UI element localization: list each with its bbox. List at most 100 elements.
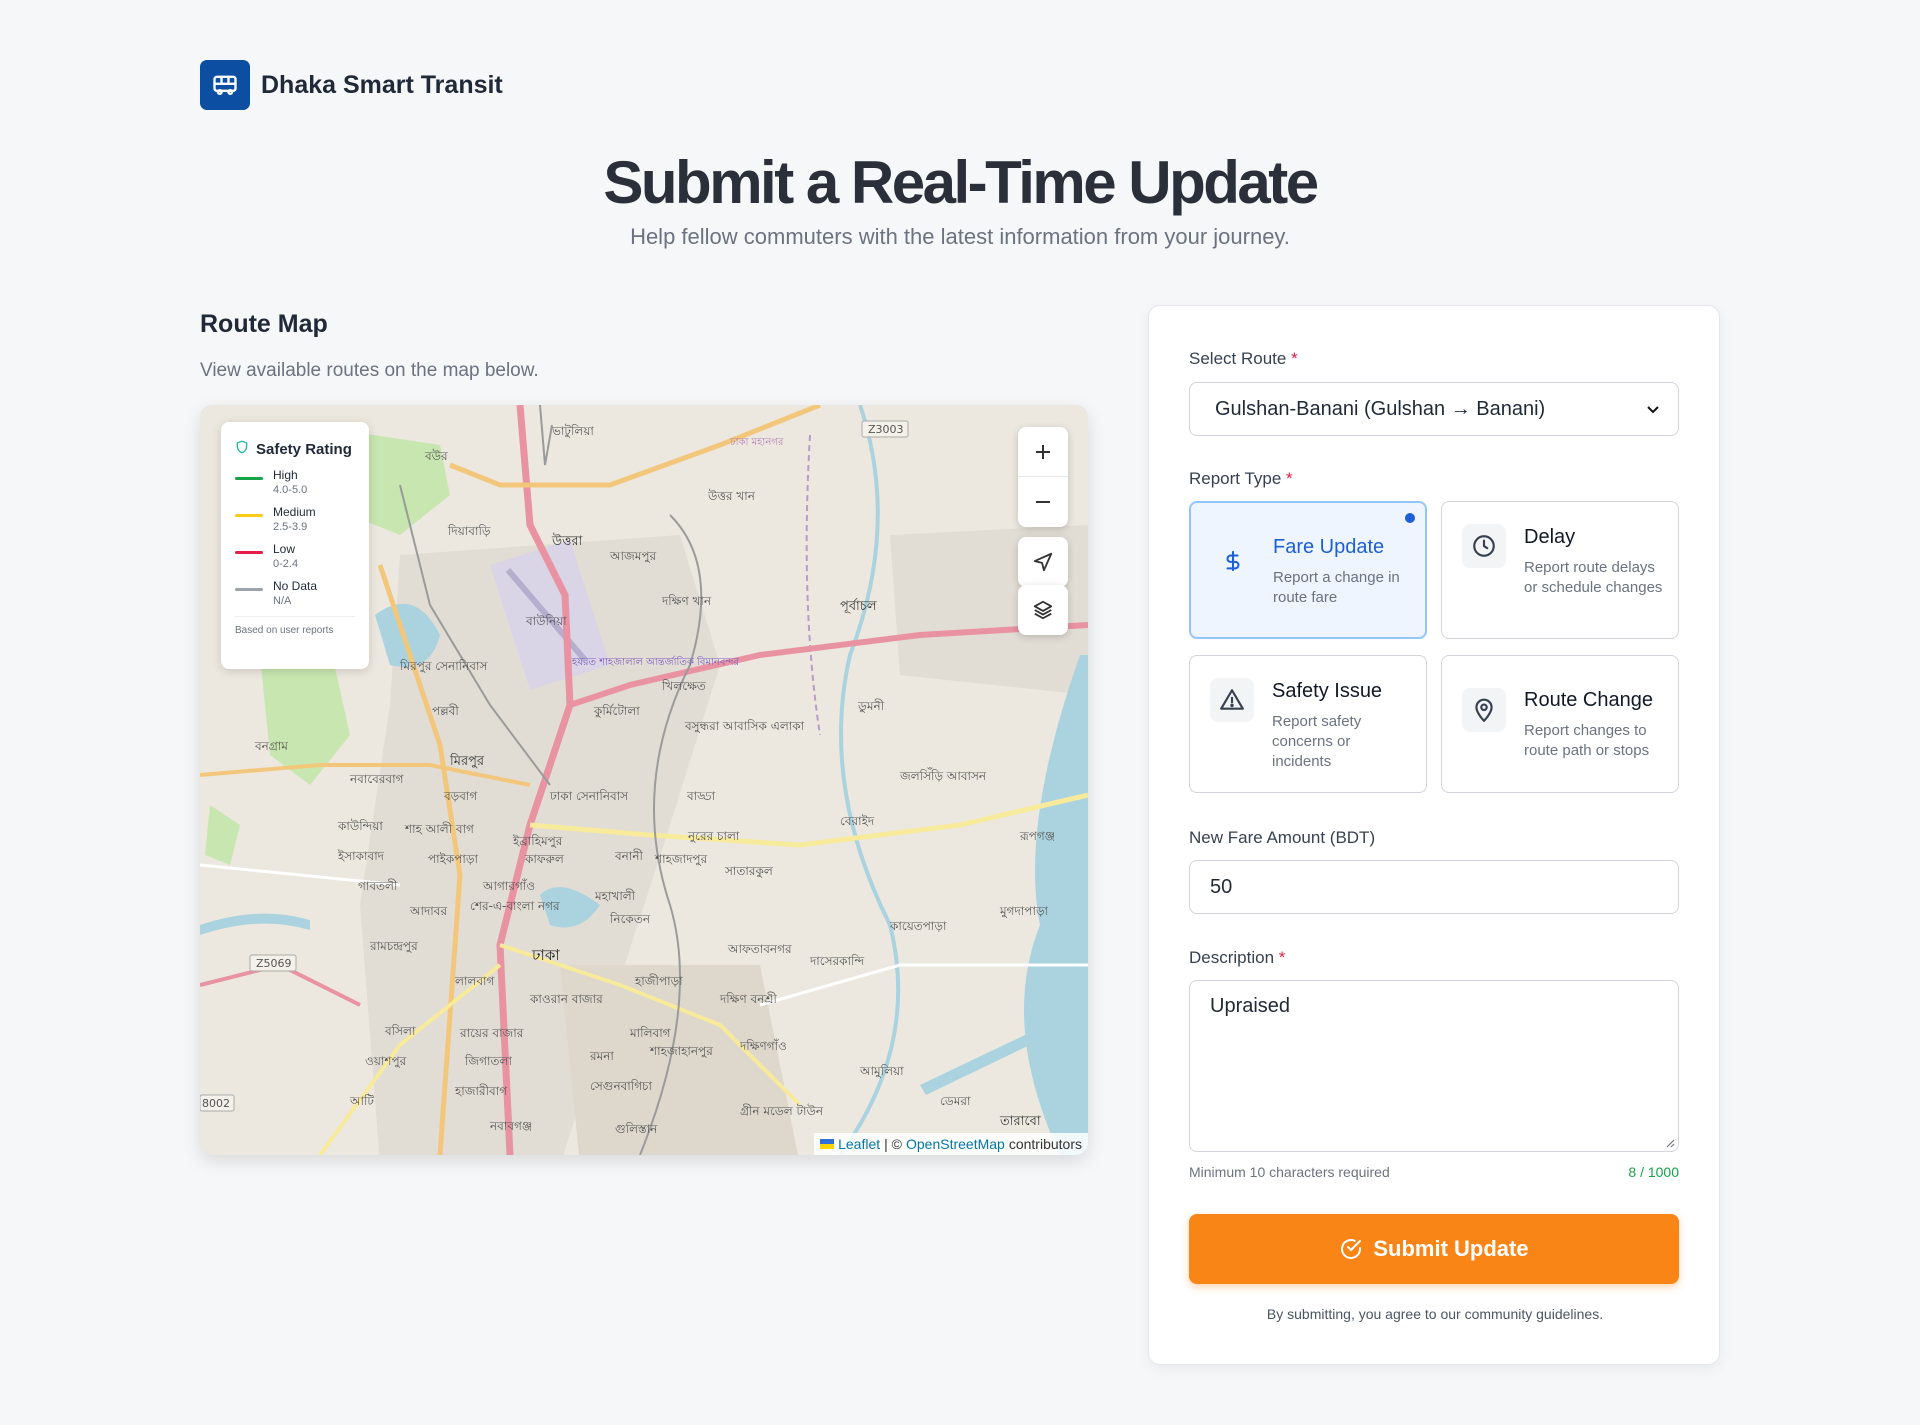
- map-label: রামচন্দ্রপুর: [369, 939, 418, 954]
- map-label: শাহজাহানপুর: [649, 1044, 713, 1059]
- submit-update-button[interactable]: Submit Update: [1189, 1214, 1679, 1284]
- map-label: রায়ের বাজার: [459, 1026, 524, 1040]
- route-label: Select Route *: [1189, 349, 1298, 368]
- brand[interactable]: Dhaka Smart Transit: [200, 60, 503, 110]
- report-type-safety-issue[interactable]: Safety Issue Report safety concerns or i…: [1189, 655, 1427, 793]
- map-label: ঢাকা সেনানিবাস: [549, 789, 629, 803]
- map-label: পাইকপাড়া: [428, 852, 478, 866]
- map-label: আগারগাঁও: [482, 878, 535, 893]
- map-label: মহাখালী: [594, 889, 636, 903]
- route-map[interactable]: ভাটুলিয়া বউর উত্তর খান দিয়াবাড়ি উত্তর…: [200, 405, 1088, 1155]
- map-label-mirpur: মিরপুর: [449, 753, 485, 769]
- map-label: দক্ষিণ খান: [661, 594, 712, 608]
- character-counter: 8 / 1000: [1628, 1164, 1679, 1180]
- map-label: ঢাকা মহানগর: [729, 437, 784, 448]
- map-label: ভাটুলিয়া: [551, 424, 594, 439]
- map-label: বউর: [424, 449, 448, 463]
- chevron-down-icon: [1647, 406, 1659, 414]
- road-shield: 8002: [202, 1097, 230, 1110]
- map-label: বনগ্রাম: [254, 739, 288, 753]
- map-label: জিগাতলা: [464, 1054, 512, 1068]
- zoom-control: [1018, 427, 1068, 527]
- map-label: ডুমনী: [857, 699, 885, 714]
- shield-icon: [235, 440, 249, 458]
- map-label: ইসাকাবাদ: [337, 849, 385, 863]
- map-label: আটি: [349, 1094, 374, 1108]
- selected-indicator: [1405, 513, 1415, 523]
- navigation-icon: [1018, 537, 1068, 587]
- map-label: বেরাইদ: [840, 814, 875, 828]
- leaflet-link[interactable]: Leaflet: [838, 1136, 880, 1152]
- report-type-fare-update[interactable]: Fare Update Report a change in route far…: [1189, 501, 1427, 639]
- legend-swatch: [235, 588, 263, 591]
- map-heading: Route Map: [200, 310, 328, 338]
- report-type-label: Report Type *: [1189, 469, 1293, 488]
- map-label: মালিবাগ: [629, 1026, 672, 1040]
- fare-label: New Fare Amount (BDT): [1189, 828, 1376, 847]
- map-label: কাউন্দিয়া: [337, 819, 383, 833]
- description-hint: Minimum 10 characters required: [1189, 1164, 1390, 1180]
- resize-handle-icon[interactable]: [1665, 1138, 1675, 1148]
- map-label: নিকেতন: [609, 912, 651, 926]
- map-label-uttara: উত্তরা: [551, 533, 583, 549]
- map-label: জলসিঁড়ি আবাসন: [899, 767, 987, 783]
- page-subtitle: Help fellow commuters with the latest in…: [630, 224, 1290, 249]
- map-label: মুগদাপাড়া: [999, 904, 1049, 919]
- legend-title: Safety Rating: [235, 440, 355, 458]
- warning-icon: [1210, 678, 1254, 722]
- map-label: আদাবর: [409, 904, 447, 918]
- legend-footnote: Based on user reports: [235, 616, 355, 636]
- map-label-airport: হযরত শাহজালাল আন্তর্জাতিক বিমানবন্দর: [571, 656, 739, 668]
- road-shield: Z3003: [868, 423, 904, 436]
- zoom-out-button[interactable]: [1018, 477, 1068, 527]
- road-shield: Z5069: [256, 957, 292, 970]
- map-label: কায়েতপাড়া: [889, 919, 947, 933]
- map-label: আমুলিয়া: [859, 1064, 904, 1079]
- fare-amount-input[interactable]: 50: [1189, 860, 1679, 914]
- description-label: Description *: [1189, 948, 1286, 967]
- map-label: কাফরুল: [524, 852, 565, 866]
- legend-swatch: [235, 551, 263, 554]
- report-type-delay[interactable]: Delay Report route delays or schedule ch…: [1441, 501, 1679, 639]
- map-label: ইব্রাহিমপুর: [512, 834, 563, 849]
- layers-button[interactable]: [1018, 585, 1068, 635]
- map-label: আফতাবনগর: [727, 942, 792, 956]
- map-label: গাবতলী: [358, 879, 398, 893]
- map-label: শাহজাদপুর: [654, 852, 708, 867]
- map-label: ডেমরা: [940, 1094, 971, 1108]
- route-select[interactable]: Gulshan-Banani (Gulshan → Banani): [1189, 382, 1679, 436]
- map-label: বড়বাগ: [443, 789, 478, 803]
- app-name: Dhaka Smart Transit: [261, 70, 503, 99]
- osm-link[interactable]: OpenStreetMap: [906, 1136, 1005, 1152]
- map-label: নবাবেরবাগ: [349, 772, 405, 786]
- map-label: হাজারীবাগ: [454, 1084, 508, 1098]
- check-circle-icon: [1341, 1239, 1362, 1259]
- update-form: Select Route * Gulshan-Banani (Gulshan →…: [1148, 305, 1720, 1365]
- map-label: দক্ষিণগাঁও: [739, 1038, 787, 1053]
- description-textarea[interactable]: Upraised: [1189, 980, 1679, 1152]
- map-label: রমনা: [589, 1049, 614, 1063]
- safety-legend: Safety Rating High 4.0-5.0 Medium 2.5-3.9 …: [221, 422, 369, 669]
- map-label: সেগুনবাগিচা: [590, 1079, 653, 1093]
- map-label: রূপগঞ্জ: [1019, 829, 1055, 843]
- legend-swatch: [235, 514, 263, 517]
- minus-icon: [1036, 501, 1050, 503]
- map-label: দিয়াবাড়ি: [447, 524, 491, 538]
- map-label: হাজীপাড়া: [634, 974, 683, 988]
- report-type-route-change[interactable]: Route Change Report changes to route pat…: [1441, 655, 1679, 793]
- map-label: গ্রীন মডেল টাউন: [740, 1104, 824, 1118]
- map-label: তারাবো: [999, 1114, 1041, 1129]
- map-label: শাহ আলী বাগ: [404, 822, 475, 836]
- legend-swatch: [235, 477, 263, 480]
- zoom-in-button[interactable]: [1018, 427, 1068, 477]
- map-label: ওয়াশপুর: [365, 1054, 407, 1069]
- plus-icon: [1036, 444, 1050, 459]
- legend-item-no-data: No Data N/A: [235, 579, 355, 608]
- map-label: বসুন্ধরা আবাসিক এলাকা: [684, 719, 805, 734]
- clock-icon: [1462, 524, 1506, 568]
- dollar-icon: [1211, 539, 1255, 583]
- locate-button[interactable]: [1018, 537, 1068, 587]
- map-label: কুর্মিটোলা: [593, 704, 640, 719]
- map-label: দাসেরকান্দি: [809, 954, 864, 968]
- layers-icon: [1018, 585, 1068, 635]
